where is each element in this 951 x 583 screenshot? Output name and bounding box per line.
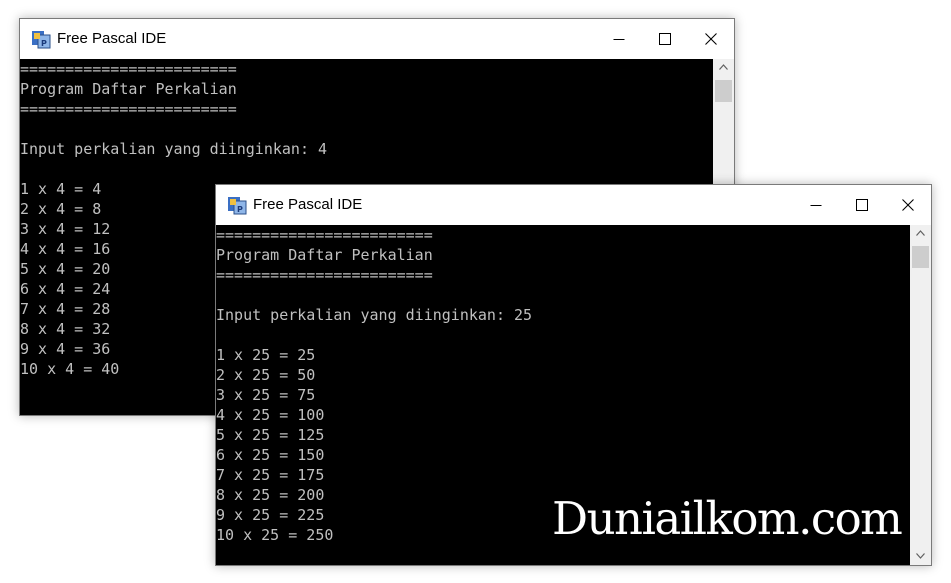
scroll-thumb[interactable] xyxy=(912,246,929,268)
free-pascal-icon: P xyxy=(228,197,247,215)
console-line: ======================== xyxy=(216,266,433,284)
maximize-icon xyxy=(659,33,671,45)
minimize-button[interactable] xyxy=(793,185,839,225)
minimize-icon xyxy=(613,39,625,40)
vertical-scrollbar[interactable] xyxy=(910,225,931,565)
scroll-thumb[interactable] xyxy=(715,80,732,102)
console-line: ======================== xyxy=(20,100,237,118)
maximize-button[interactable] xyxy=(642,19,688,59)
minimize-button[interactable] xyxy=(596,19,642,59)
close-button[interactable] xyxy=(688,19,734,59)
scroll-up-arrow-icon xyxy=(916,230,925,236)
console-line: ======================== xyxy=(216,226,433,244)
scroll-up-arrow-icon xyxy=(719,64,728,70)
console-line: Input perkalian yang diinginkan: 25 xyxy=(216,306,533,324)
window-title: Free Pascal IDE xyxy=(253,196,363,213)
console-line: 5 x 25 = 125 xyxy=(216,426,325,444)
free-pascal-icon: P xyxy=(32,31,51,49)
console-line: Input perkalian yang diinginkan: 4 xyxy=(20,140,328,158)
window-title: Free Pascal IDE xyxy=(57,30,167,47)
console-line: ======================== xyxy=(20,60,237,78)
console-line: 4 x 25 = 100 xyxy=(216,406,325,424)
scroll-up-button[interactable] xyxy=(713,59,734,76)
scroll-down-arrow-icon xyxy=(916,553,925,559)
console-line: Program Daftar Perkalian xyxy=(20,80,237,98)
close-button[interactable] xyxy=(885,185,931,225)
title-bar[interactable]: P Free Pascal IDE xyxy=(216,185,931,225)
maximize-button[interactable] xyxy=(839,185,885,225)
close-icon xyxy=(902,199,914,211)
scroll-down-button[interactable] xyxy=(910,548,931,565)
watermark-text: Duniailkom.com xyxy=(552,492,903,545)
minimize-icon xyxy=(810,205,822,206)
maximize-icon xyxy=(856,199,868,211)
console-line: Program Daftar Perkalian xyxy=(216,246,433,264)
scroll-up-button[interactable] xyxy=(910,225,931,242)
svg-text:P: P xyxy=(41,39,47,48)
console-line: 6 x 25 = 150 xyxy=(216,446,325,464)
title-bar[interactable]: P Free Pascal IDE xyxy=(20,19,734,59)
console-line: 2 x 25 = 50 xyxy=(216,366,316,384)
close-icon xyxy=(705,33,717,45)
console-line: 3 x 25 = 75 xyxy=(216,386,316,404)
svg-text:P: P xyxy=(237,205,243,214)
console-line: 1 x 25 = 25 xyxy=(216,346,316,364)
console-line: 7 x 25 = 175 xyxy=(216,466,325,484)
